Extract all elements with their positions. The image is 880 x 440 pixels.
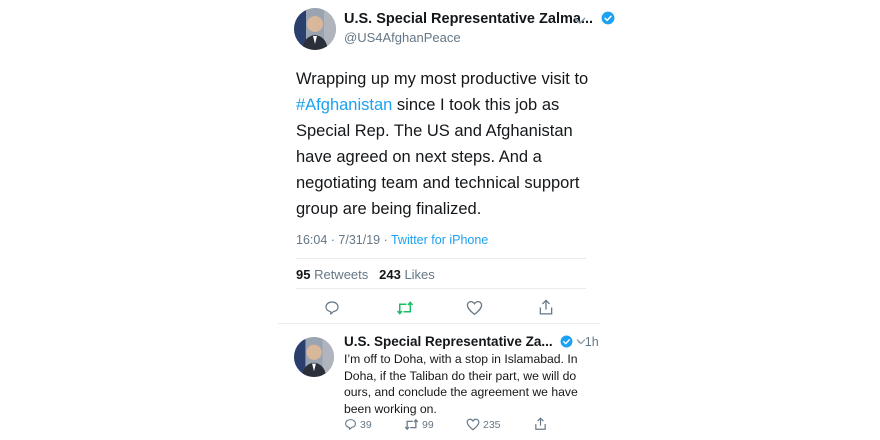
like-count: 243 [379,267,401,282]
retweet-action[interactable]: 99 [404,418,434,431]
reply-icon [345,419,356,430]
divider [296,288,586,289]
divider [296,258,586,259]
chevron-down-icon[interactable] [574,16,586,26]
likes-stat[interactable]: 243 Likes [379,267,435,282]
tweet-text-part-1: Wrapping up my most productive visit to [296,70,589,88]
tweet-thread: U.S. Special Representative Zalma... @US… [278,0,615,440]
tweet-text: Wrapping up my most productive visit to … [296,66,596,222]
reply-author-avatar[interactable] [294,337,334,377]
heart-icon[interactable] [466,300,483,316]
tweet-timestamp: 16:04 · 7/31/19 · Twitter for iPhone [296,233,488,247]
author-handle[interactable]: @US4AfghanPeace [344,30,461,45]
reply-count: 39 [360,418,372,431]
reply-text: I’m off to Doha, with a stop in Islamaba… [344,352,578,416]
author-name-text: U.S. Special Representative Zalma... [344,11,594,27]
like-action[interactable]: 235 [466,418,501,431]
likes-label: Likes [400,267,435,282]
divider [278,323,600,324]
like-count: 235 [483,418,501,431]
retweet-icon [404,418,419,431]
hashtag-link[interactable]: #Afghanistan [296,96,392,114]
retweets-label: Retweets [310,267,369,282]
verified-badge-icon [560,335,573,348]
reply-author-name[interactable]: U.S. Special Representative Za... · 1h [344,334,599,349]
retweets-stat[interactable]: 95 Retweets [296,267,368,282]
reply-author-name-text: U.S. Special Representative Za... [344,334,553,349]
tweet-time[interactable]: 16:04 · 7/31/19 · [296,233,391,247]
author-avatar[interactable] [294,8,336,50]
retweet-icon[interactable] [396,300,414,316]
retweet-count: 99 [422,418,434,431]
engagement-stats: 95 Retweets 243 Likes [296,267,435,282]
tweet-text-part-2: since I took this job as Special Rep. Th… [296,96,580,218]
share-icon [535,417,546,430]
chevron-down-icon[interactable] [576,338,586,346]
share-icon[interactable] [538,299,554,316]
heart-icon [466,418,480,431]
reply-icon[interactable] [324,300,340,316]
share-action[interactable] [534,417,547,431]
verified-badge-icon [601,11,615,25]
reply-action[interactable]: 39 [344,418,372,431]
tweet-source-link[interactable]: Twitter for iPhone [391,233,488,247]
retweet-count: 95 [296,267,311,282]
